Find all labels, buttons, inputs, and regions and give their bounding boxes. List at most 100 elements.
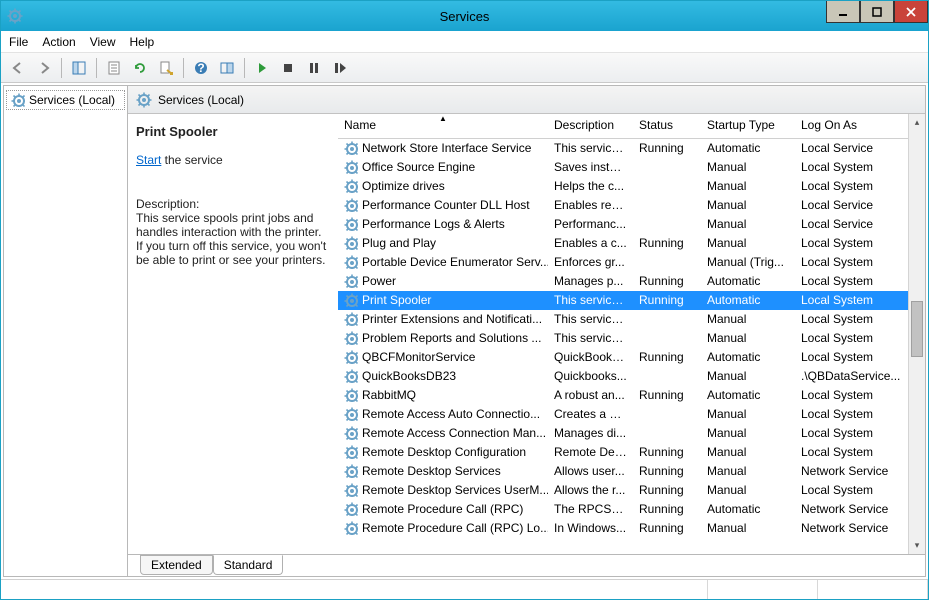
column-status[interactable]: Status [633, 114, 701, 139]
cell-desc: Creates a co... [548, 405, 633, 424]
gear-icon [344, 502, 358, 516]
titlebar[interactable]: Services [1, 1, 928, 31]
table-row[interactable]: Remote Access Connection Man...Manages d… [338, 424, 908, 443]
gear-icon [344, 255, 358, 269]
scroll-track[interactable] [909, 131, 925, 537]
cell-startup: Automatic [701, 348, 795, 367]
cell-desc: Remote Des... [548, 443, 633, 462]
start-service-link[interactable]: Start [136, 153, 161, 167]
cell-status [633, 367, 701, 386]
table-row[interactable]: PowerManages p...RunningAutomaticLocal S… [338, 272, 908, 291]
cell-status: Running [633, 139, 701, 158]
description-label: Description: [136, 197, 330, 211]
menu-help[interactable]: Help [130, 35, 155, 49]
cell-desc: Helps the c... [548, 177, 633, 196]
tree-root-item[interactable]: Services (Local) [6, 90, 125, 110]
right-pane: Services (Local) Print Spooler Start the… [128, 86, 925, 576]
table-row[interactable]: Remote Desktop ConfigurationRemote Des..… [338, 443, 908, 462]
cell-logon: Local System [795, 481, 908, 500]
cell-startup: Manual (Trig... [701, 253, 795, 272]
table-row[interactable]: Printer Extensions and Notificati...This… [338, 310, 908, 329]
cell-logon: Local System [795, 386, 908, 405]
service-list[interactable]: Name▲ Description Status Startup Type Lo… [338, 114, 908, 554]
menu-view[interactable]: View [90, 35, 116, 49]
gear-icon [344, 388, 358, 402]
table-row[interactable]: Office Source EngineSaves install...Manu… [338, 158, 908, 177]
gear-icon [344, 198, 358, 212]
menu-file[interactable]: File [9, 35, 28, 49]
column-description[interactable]: Description [548, 114, 633, 139]
table-row[interactable]: Remote Desktop Services UserM...Allows t… [338, 481, 908, 500]
start-service-button[interactable] [251, 57, 273, 79]
table-row[interactable]: QuickBooksDB23Quickbooks...Manual.\QBDat… [338, 367, 908, 386]
table-row[interactable]: Print SpoolerThis service ...RunningAuto… [338, 291, 908, 310]
cell-logon: Local System [795, 443, 908, 462]
pause-service-button[interactable] [303, 57, 325, 79]
cell-logon: Local System [795, 253, 908, 272]
table-row[interactable]: Performance Counter DLL HostEnables rem.… [338, 196, 908, 215]
back-button[interactable] [7, 57, 29, 79]
column-startup[interactable]: Startup Type [701, 114, 795, 139]
cell-status: Running [633, 481, 701, 500]
service-list-wrap: Name▲ Description Status Startup Type Lo… [338, 114, 925, 554]
description-text: This service spools print jobs and handl… [136, 211, 330, 267]
service-name: Remote Procedure Call (RPC) Lo... [362, 521, 548, 535]
cell-desc: Allows the r... [548, 481, 633, 500]
cell-status [633, 253, 701, 272]
scroll-down-button[interactable]: ▾ [909, 537, 925, 554]
table-row[interactable]: Plug and PlayEnables a c...RunningManual… [338, 234, 908, 253]
close-button[interactable] [894, 1, 928, 23]
stop-service-button[interactable] [277, 57, 299, 79]
detail-pane: Print Spooler Start the service Descript… [128, 114, 338, 554]
table-row[interactable]: Remote Procedure Call (RPC)The RPCSS ...… [338, 500, 908, 519]
cell-desc: QuickBooks... [548, 348, 633, 367]
forward-button[interactable] [33, 57, 55, 79]
cell-startup: Manual [701, 424, 795, 443]
tab-extended[interactable]: Extended [140, 555, 213, 575]
maximize-button[interactable] [860, 1, 894, 23]
window-title: Services [440, 9, 490, 24]
help-button[interactable]: ? [190, 57, 212, 79]
cell-desc: This service ... [548, 139, 633, 158]
column-logon[interactable]: Log On As [795, 114, 908, 139]
vertical-scrollbar[interactable]: ▴ ▾ [908, 114, 925, 554]
cell-startup: Manual [701, 462, 795, 481]
table-row[interactable]: Portable Device Enumerator Serv...Enforc… [338, 253, 908, 272]
service-name: Remote Access Auto Connectio... [362, 407, 540, 421]
cell-startup: Manual [701, 310, 795, 329]
cell-status: Running [633, 500, 701, 519]
table-row[interactable]: Optimize drivesHelps the c...ManualLocal… [338, 177, 908, 196]
table-row[interactable]: Performance Logs & AlertsPerformanc...Ma… [338, 215, 908, 234]
table-row[interactable]: Remote Procedure Call (RPC) Lo...In Wind… [338, 519, 908, 538]
cell-logon: Local System [795, 424, 908, 443]
table-row[interactable]: QBCFMonitorServiceQuickBooks...RunningAu… [338, 348, 908, 367]
scroll-up-button[interactable]: ▴ [909, 114, 925, 131]
tab-standard[interactable]: Standard [213, 555, 284, 575]
gear-icon [344, 293, 358, 307]
table-row[interactable]: Network Store Interface ServiceThis serv… [338, 139, 908, 158]
service-name: RabbitMQ [362, 388, 416, 402]
gear-icon [344, 236, 358, 250]
table-row[interactable]: Problem Reports and Solutions ...This se… [338, 329, 908, 348]
service-name: Power [362, 274, 396, 288]
table-row[interactable]: Remote Access Auto Connectio... Creates a… [338, 405, 908, 424]
minimize-button[interactable] [826, 1, 860, 23]
cell-startup: Automatic [701, 139, 795, 158]
restart-service-button[interactable] [329, 57, 351, 79]
scroll-thumb[interactable] [911, 301, 923, 357]
properties-button[interactable] [103, 57, 125, 79]
action-pane-button[interactable] [216, 57, 238, 79]
column-name[interactable]: Name▲ [338, 114, 548, 139]
export-list-button[interactable] [155, 57, 177, 79]
service-name: Printer Extensions and Notificati... [362, 312, 542, 326]
gear-icon [136, 92, 152, 108]
cell-desc: Quickbooks... [548, 367, 633, 386]
show-hide-tree-button[interactable] [68, 57, 90, 79]
table-row[interactable]: RabbitMQA robust an...RunningAutomaticLo… [338, 386, 908, 405]
table-row[interactable]: Remote Desktop ServicesAllows user...Run… [338, 462, 908, 481]
cell-startup: Manual [701, 215, 795, 234]
cell-logon: Local System [795, 291, 908, 310]
menu-action[interactable]: Action [42, 35, 75, 49]
refresh-button[interactable] [129, 57, 151, 79]
service-name: Optimize drives [362, 179, 445, 193]
